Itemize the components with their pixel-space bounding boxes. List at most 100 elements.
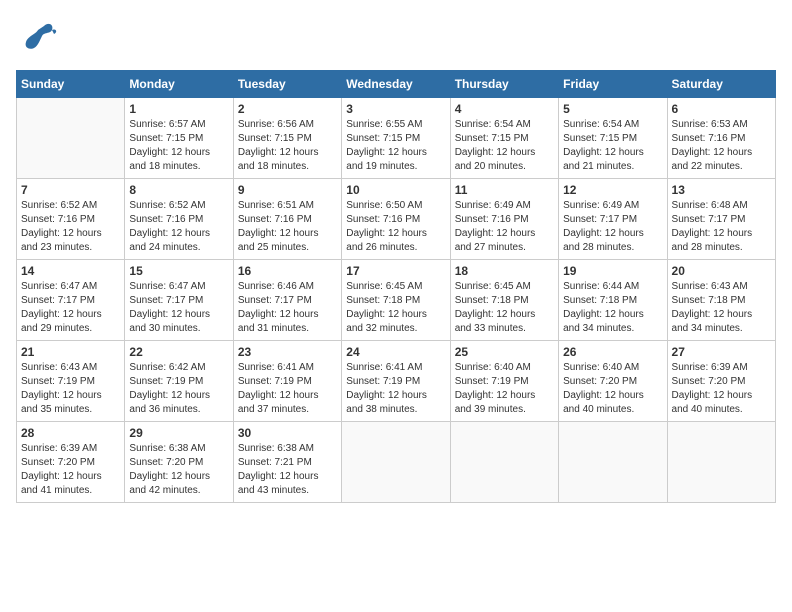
day-info: Sunrise: 6:54 AM Sunset: 7:15 PM Dayligh… (455, 118, 554, 174)
calendar-cell: 8 Sunrise: 6:52 AM Sunset: 7:16 PM Daylig… (125, 179, 233, 260)
day-info: Sunrise: 6:52 AM Sunset: 7:16 PM Dayligh… (129, 199, 228, 255)
calendar-week-row: 14 Sunrise: 6:47 AM Sunset: 7:17 PM Dayli… (17, 260, 776, 341)
day-number: 27 (672, 345, 771, 359)
day-number: 19 (563, 264, 662, 278)
calendar-week-row: 1Sunrise: 6:57 AM Sunset: 7:15 PM Daylig… (17, 98, 776, 179)
day-number: 12 (563, 183, 662, 197)
calendar-cell: 5 Sunrise: 6:54 AM Sunset: 7:15 PM Daylig… (559, 98, 667, 179)
calendar-table: SundayMondayTuesdayWednesdayThursdayFrid… (16, 70, 776, 503)
calendar-cell: 28 Sunrise: 6:39 AM Sunset: 7:20 PM Dayli… (17, 422, 125, 503)
day-info: Sunrise: 6:39 AM Sunset: 7:20 PM Dayligh… (672, 361, 771, 417)
calendar-cell: 3Sunrise: 6:55 AM Sunset: 7:15 PM Daylig… (342, 98, 450, 179)
day-number: 11 (455, 183, 554, 197)
day-info: Sunrise: 6:47 AM Sunset: 7:17 PM Dayligh… (21, 280, 120, 336)
calendar-cell: 30 Sunrise: 6:38 AM Sunset: 7:21 PM Dayli… (233, 422, 341, 503)
calendar-cell (667, 422, 775, 503)
day-info: Sunrise: 6:38 AM Sunset: 7:20 PM Dayligh… (129, 442, 228, 498)
day-number: 5 (563, 102, 662, 116)
col-header-thursday: Thursday (450, 71, 558, 98)
calendar-cell: 27 Sunrise: 6:39 AM Sunset: 7:20 PM Dayli… (667, 341, 775, 422)
day-number: 28 (21, 426, 120, 440)
calendar-week-row: 28 Sunrise: 6:39 AM Sunset: 7:20 PM Dayli… (17, 422, 776, 503)
day-number: 7 (21, 183, 120, 197)
day-info: Sunrise: 6:42 AM Sunset: 7:19 PM Dayligh… (129, 361, 228, 417)
day-info: Sunrise: 6:41 AM Sunset: 7:19 PM Dayligh… (346, 361, 445, 417)
day-info: Sunrise: 6:38 AM Sunset: 7:21 PM Dayligh… (238, 442, 337, 498)
day-info: Sunrise: 6:49 AM Sunset: 7:16 PM Dayligh… (455, 199, 554, 255)
day-number: 21 (21, 345, 120, 359)
day-info: Sunrise: 6:51 AM Sunset: 7:16 PM Dayligh… (238, 199, 337, 255)
day-number: 6 (672, 102, 771, 116)
day-info: Sunrise: 6:41 AM Sunset: 7:19 PM Dayligh… (238, 361, 337, 417)
calendar-cell: 2 Sunrise: 6:56 AM Sunset: 7:15 PM Daylig… (233, 98, 341, 179)
day-number: 22 (129, 345, 228, 359)
logo (16, 16, 64, 60)
day-info: Sunrise: 6:46 AM Sunset: 7:17 PM Dayligh… (238, 280, 337, 336)
calendar-cell: 9Sunrise: 6:51 AM Sunset: 7:16 PM Daylig… (233, 179, 341, 260)
day-number: 2 (238, 102, 337, 116)
day-info: Sunrise: 6:40 AM Sunset: 7:19 PM Dayligh… (455, 361, 554, 417)
calendar-cell: 22 Sunrise: 6:42 AM Sunset: 7:19 PM Dayli… (125, 341, 233, 422)
day-number: 4 (455, 102, 554, 116)
calendar-cell: 25 Sunrise: 6:40 AM Sunset: 7:19 PM Dayli… (450, 341, 558, 422)
day-number: 1 (129, 102, 228, 116)
calendar-cell: 24 Sunrise: 6:41 AM Sunset: 7:19 PM Dayli… (342, 341, 450, 422)
day-info: Sunrise: 6:50 AM Sunset: 7:16 PM Dayligh… (346, 199, 445, 255)
day-number: 3 (346, 102, 445, 116)
calendar-cell: 4 Sunrise: 6:54 AM Sunset: 7:15 PM Daylig… (450, 98, 558, 179)
calendar-cell: 19 Sunrise: 6:44 AM Sunset: 7:18 PM Dayli… (559, 260, 667, 341)
calendar-cell: 7 Sunrise: 6:52 AM Sunset: 7:16 PM Daylig… (17, 179, 125, 260)
day-number: 16 (238, 264, 337, 278)
calendar-cell: 12 Sunrise: 6:49 AM Sunset: 7:17 PM Dayli… (559, 179, 667, 260)
day-number: 17 (346, 264, 445, 278)
calendar-cell: 17 Sunrise: 6:45 AM Sunset: 7:18 PM Dayli… (342, 260, 450, 341)
day-info: Sunrise: 6:56 AM Sunset: 7:15 PM Dayligh… (238, 118, 337, 174)
calendar-cell: 14 Sunrise: 6:47 AM Sunset: 7:17 PM Dayli… (17, 260, 125, 341)
col-header-wednesday: Wednesday (342, 71, 450, 98)
day-number: 13 (672, 183, 771, 197)
calendar-cell (559, 422, 667, 503)
day-info: Sunrise: 6:53 AM Sunset: 7:16 PM Dayligh… (672, 118, 771, 174)
day-number: 10 (346, 183, 445, 197)
col-header-tuesday: Tuesday (233, 71, 341, 98)
calendar-cell: 21Sunrise: 6:43 AM Sunset: 7:19 PM Dayli… (17, 341, 125, 422)
calendar-cell (17, 98, 125, 179)
day-info: Sunrise: 6:40 AM Sunset: 7:20 PM Dayligh… (563, 361, 662, 417)
calendar-cell (450, 422, 558, 503)
calendar-cell: 18Sunrise: 6:45 AM Sunset: 7:18 PM Dayli… (450, 260, 558, 341)
day-info: Sunrise: 6:45 AM Sunset: 7:18 PM Dayligh… (455, 280, 554, 336)
day-info: Sunrise: 6:48 AM Sunset: 7:17 PM Dayligh… (672, 199, 771, 255)
day-number: 24 (346, 345, 445, 359)
day-number: 8 (129, 183, 228, 197)
logo-icon (16, 16, 60, 60)
day-number: 30 (238, 426, 337, 440)
page-header (16, 16, 776, 60)
calendar-cell: 11 Sunrise: 6:49 AM Sunset: 7:16 PM Dayli… (450, 179, 558, 260)
day-info: Sunrise: 6:47 AM Sunset: 7:17 PM Dayligh… (129, 280, 228, 336)
calendar-cell: 10 Sunrise: 6:50 AM Sunset: 7:16 PM Dayli… (342, 179, 450, 260)
day-number: 29 (129, 426, 228, 440)
calendar-cell (342, 422, 450, 503)
day-number: 23 (238, 345, 337, 359)
col-header-sunday: Sunday (17, 71, 125, 98)
calendar-cell: 16 Sunrise: 6:46 AM Sunset: 7:17 PM Dayli… (233, 260, 341, 341)
calendar-week-row: 21Sunrise: 6:43 AM Sunset: 7:19 PM Dayli… (17, 341, 776, 422)
day-info: Sunrise: 6:54 AM Sunset: 7:15 PM Dayligh… (563, 118, 662, 174)
day-info: Sunrise: 6:45 AM Sunset: 7:18 PM Dayligh… (346, 280, 445, 336)
day-number: 20 (672, 264, 771, 278)
col-header-friday: Friday (559, 71, 667, 98)
calendar-cell: 13 Sunrise: 6:48 AM Sunset: 7:17 PM Dayli… (667, 179, 775, 260)
day-info: Sunrise: 6:52 AM Sunset: 7:16 PM Dayligh… (21, 199, 120, 255)
day-number: 14 (21, 264, 120, 278)
day-info: Sunrise: 6:49 AM Sunset: 7:17 PM Dayligh… (563, 199, 662, 255)
day-number: 25 (455, 345, 554, 359)
calendar-cell: 26Sunrise: 6:40 AM Sunset: 7:20 PM Dayli… (559, 341, 667, 422)
calendar-cell: 1Sunrise: 6:57 AM Sunset: 7:15 PM Daylig… (125, 98, 233, 179)
col-header-saturday: Saturday (667, 71, 775, 98)
day-number: 15 (129, 264, 228, 278)
day-info: Sunrise: 6:44 AM Sunset: 7:18 PM Dayligh… (563, 280, 662, 336)
col-header-monday: Monday (125, 71, 233, 98)
calendar-cell: 20Sunrise: 6:43 AM Sunset: 7:18 PM Dayli… (667, 260, 775, 341)
calendar-week-row: 7 Sunrise: 6:52 AM Sunset: 7:16 PM Daylig… (17, 179, 776, 260)
day-info: Sunrise: 6:39 AM Sunset: 7:20 PM Dayligh… (21, 442, 120, 498)
